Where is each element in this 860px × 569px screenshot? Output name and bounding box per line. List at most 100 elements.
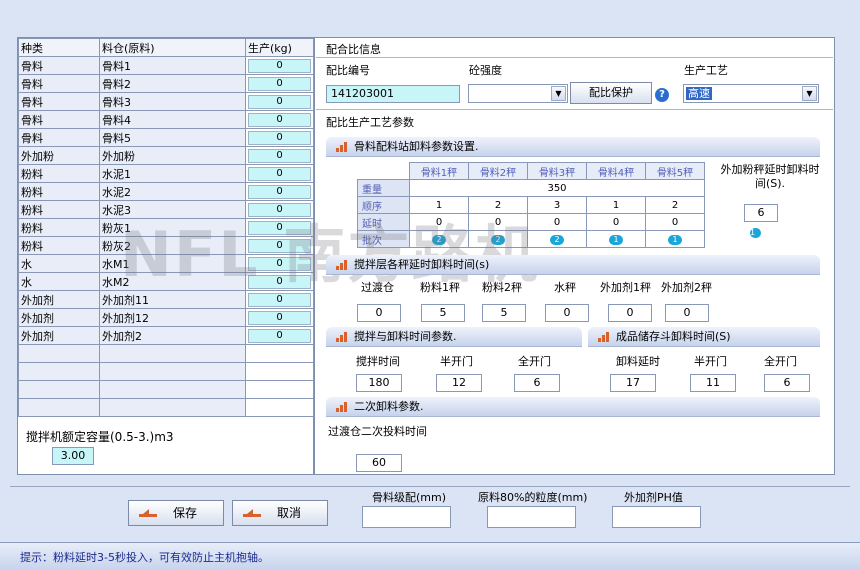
table-row-empty	[18, 344, 314, 363]
material-bin: 骨料2	[99, 74, 246, 93]
strength-select[interactable]: ▼	[468, 84, 568, 103]
empty-cell	[18, 362, 100, 381]
storage-input[interactable]: 17	[610, 374, 656, 392]
table-row[interactable]: 外加剂 外加剂2 0	[18, 326, 314, 345]
batch-pill[interactable]: 1	[750, 228, 761, 238]
order-cell[interactable]: 2	[645, 196, 705, 214]
bar-chart-icon	[336, 402, 348, 412]
bar-chart-icon	[336, 260, 348, 270]
empty-cell	[18, 398, 100, 417]
empty-cell	[245, 398, 314, 417]
material-type: 骨料	[18, 74, 100, 93]
table-row[interactable]: 骨料 骨料1 0	[18, 56, 314, 75]
secondary-label: 过渡仓二次投料时间	[328, 425, 427, 438]
table-row[interactable]: 骨料 骨料3 0	[18, 92, 314, 111]
storage-title: 成品储存斗卸料时间(S)	[616, 330, 731, 343]
status-tip: 提示：粉料延时3-5秒投入，可有效防止主机抱轴。	[20, 551, 269, 564]
material-bin: 骨料4	[99, 110, 246, 129]
secondary-section-header: 二次卸料参数.	[326, 397, 820, 417]
batch-pill[interactable]: 1	[668, 234, 682, 245]
aggregate-section-header: 骨料配料站卸料参数设置.	[326, 137, 820, 157]
chevron-down-icon[interactable]: ▼	[802, 86, 817, 101]
production-value[interactable]: 0	[248, 184, 311, 199]
batch-cell[interactable]: 1	[645, 230, 705, 248]
mix-discharge-input[interactable]: 180	[356, 374, 402, 392]
chevron-down-icon[interactable]: ▼	[551, 86, 566, 101]
mixer-layer-label: 粉料2秤	[482, 281, 522, 294]
mix-discharge-title: 搅拌与卸料时间参数.	[354, 330, 457, 343]
production-cell: 0	[245, 326, 314, 345]
mix-protect-label: 配比保护	[589, 86, 633, 99]
production-value[interactable]: 0	[248, 94, 311, 109]
mixer-layer-input[interactable]: 0	[545, 304, 589, 322]
delay-cell[interactable]: 0	[645, 213, 705, 231]
bottom-divider	[10, 486, 850, 487]
powder-delay-input[interactable]: 6	[744, 204, 778, 222]
production-value[interactable]: 0	[248, 148, 311, 163]
aggregate-gradation-input[interactable]	[362, 506, 451, 528]
mixer-layer-input[interactable]: 0	[357, 304, 401, 322]
production-value[interactable]: 0	[248, 166, 311, 181]
production-value[interactable]: 0	[248, 328, 311, 343]
help-icon[interactable]: ?	[655, 88, 669, 102]
col-aggregate-2: 骨料2秤	[468, 162, 528, 180]
powder-batch-selector[interactable]: 1	[750, 225, 761, 238]
table-row[interactable]: 粉料 水泥1 0	[18, 164, 314, 183]
production-value[interactable]: 0	[248, 292, 311, 307]
table-row[interactable]: 外加粉 外加粉 0	[18, 146, 314, 165]
material-type: 水	[18, 254, 100, 273]
col-aggregate-4: 骨料4秤	[586, 162, 646, 180]
production-value[interactable]: 0	[248, 130, 311, 145]
production-value[interactable]: 0	[248, 310, 311, 325]
storage-input[interactable]: 11	[690, 374, 736, 392]
material-bin: 外加剂12	[99, 308, 246, 327]
storage-input[interactable]: 6	[764, 374, 810, 392]
table-row[interactable]: 外加剂 外加剂12 0	[18, 308, 314, 327]
mix-discharge-input[interactable]: 6	[514, 374, 560, 392]
mixer-layer-input[interactable]: 5	[421, 304, 465, 322]
strength-label: 砼强度	[469, 64, 502, 77]
production-value[interactable]: 0	[248, 76, 311, 91]
table-row[interactable]: 骨料 骨料5 0	[18, 128, 314, 147]
table-row[interactable]: 粉料 水泥2 0	[18, 182, 314, 201]
cancel-label: 取消	[276, 506, 301, 520]
production-cell: 0	[245, 308, 314, 327]
batch-pill[interactable]: 1	[609, 234, 623, 245]
delay-cell[interactable]: 0	[586, 213, 646, 231]
mix-discharge-input[interactable]: 12	[436, 374, 482, 392]
empty-cell	[245, 362, 314, 381]
particle-size-input[interactable]	[487, 506, 576, 528]
admixture-ph-input[interactable]	[612, 506, 701, 528]
mixer-layer-input[interactable]: 0	[665, 304, 709, 322]
capacity-input[interactable]: 3.00	[52, 447, 94, 465]
divider	[316, 109, 833, 110]
table-row[interactable]: 骨料 骨料2 0	[18, 74, 314, 93]
batch-cell[interactable]: 1	[586, 230, 646, 248]
weight-cell[interactable]: 350	[409, 179, 705, 197]
col-header-production: 生产(kg)	[245, 38, 314, 57]
mix-discharge-section-header: 搅拌与卸料时间参数.	[326, 327, 582, 347]
mix-discharge-label: 半开门	[440, 355, 473, 368]
empty-cell	[245, 380, 314, 399]
mixer-layer-input[interactable]: 5	[482, 304, 526, 322]
col-header-bin: 料仓(原料)	[99, 38, 246, 57]
material-type: 水	[18, 272, 100, 291]
aggregate-title: 骨料配料站卸料参数设置.	[354, 140, 479, 153]
order-cell[interactable]: 1	[586, 196, 646, 214]
mix-protect-button[interactable]: 配比保护	[570, 82, 652, 104]
material-type: 外加粉	[18, 146, 100, 165]
bar-chart-icon	[336, 332, 348, 342]
mixer-layer-input[interactable]: 0	[608, 304, 652, 322]
production-value[interactable]: 0	[248, 58, 311, 73]
mixer-layer-label: 水秤	[554, 281, 576, 294]
table-row[interactable]: 骨料 骨料4 0	[18, 110, 314, 129]
mix-discharge-label: 全开门	[518, 355, 551, 368]
process-label: 生产工艺	[684, 64, 728, 77]
mix-code-input[interactable]: 141203001	[326, 85, 460, 103]
process-select[interactable]: 高速 ▼	[683, 84, 819, 103]
production-value[interactable]: 0	[248, 112, 311, 127]
secondary-input[interactable]: 60	[356, 454, 402, 472]
batch-pill[interactable]: 2	[550, 234, 564, 245]
save-button[interactable]: 保存	[128, 500, 224, 526]
cancel-button[interactable]: 取消	[232, 500, 328, 526]
